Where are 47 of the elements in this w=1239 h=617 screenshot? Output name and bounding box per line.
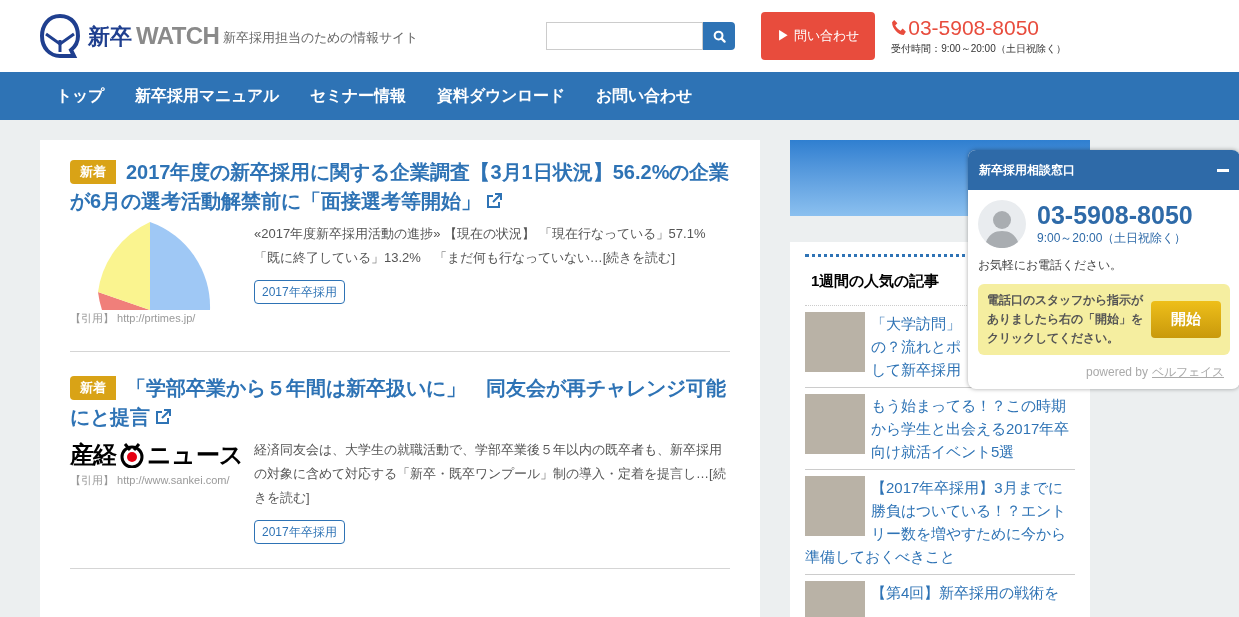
category-tag[interactable]: 2017年卒採用 — [254, 519, 345, 544]
logo-text: 新卒 — [88, 22, 132, 51]
widget-title: 新卒採用相談窓口 — [979, 162, 1075, 179]
logo-text: WATCH — [136, 21, 220, 51]
instruction-text: 電話口のスタッフから指示がありましたら右の「開始」をクリックしてください。 — [987, 292, 1145, 347]
search-icon — [712, 29, 726, 43]
search-field[interactable] — [546, 22, 704, 50]
business-hours: 9:00～20:00（土日祝除く） — [1037, 230, 1188, 247]
phone-number: 03-5908-8050 — [908, 16, 1039, 38]
minimize-icon[interactable] — [1217, 168, 1229, 172]
news-logo-text: 産経 — [70, 439, 117, 470]
avatar-icon — [978, 200, 1026, 248]
new-badge: 新着 — [70, 375, 116, 400]
external-link-icon — [154, 407, 172, 426]
nav-link[interactable]: 新卒採用マニュアル — [135, 84, 279, 108]
business-hours: 受付時間：9:00～20:00（土日祝除く） — [891, 41, 1066, 56]
article-title[interactable]: 新着 2017年度の新卒採用に関する企業調査【3月1日状況】56.2%の企業が6月の選考活動解禁前に「面接選考等開始」 — [70, 158, 730, 216]
article-link[interactable]: 【2017年卒採用】3月までに勝負はついている！？エントリー数を増やすために今から準備しておくべきこと — [805, 476, 1075, 568]
nav-link[interactable]: 資料ダウンロード — [437, 84, 565, 108]
search-button[interactable] — [703, 22, 736, 50]
thumbnail-photo — [805, 394, 865, 454]
section-title: 1週間の人気の記事 — [811, 272, 940, 289]
widget-message: お気軽にお電話ください。 — [978, 257, 1123, 274]
logo-icon — [40, 12, 80, 60]
news-logo-icon — [118, 441, 145, 468]
nav-link[interactable]: セミナー情報 — [310, 84, 406, 108]
source-link[interactable]: 【引用】 http://www.sankei.com/ — [70, 471, 254, 488]
nav-link[interactable]: トップ — [56, 84, 104, 108]
powered-by-label: powered by — [1085, 364, 1148, 381]
external-link-icon — [485, 192, 504, 210]
nav-link[interactable]: お問い合わせ — [596, 84, 692, 108]
thumbnail-photo — [805, 476, 865, 536]
article-link[interactable]: もう始まってる！？この時期から学生と出会える2017年卒向け就活イベント5選 — [805, 394, 1075, 463]
article-link[interactable]: 【第4回】新卒採用の戦術を — [805, 581, 1075, 604]
phone-number: 03-5908-8050 — [1037, 201, 1193, 229]
tagline: 新卒採用担当のための情報サイト — [223, 29, 419, 48]
article-excerpt: «2017年度新卒採用活動の進捗» 【現在の状況】 「現在行なっている」57.1% 「既に終了している」13.2% 「まだ何も行なっていない…[続きを読む] — [254, 225, 707, 267]
news-logo-text: ニュース — [146, 439, 244, 470]
phone-icon — [891, 18, 909, 36]
new-badge: 新着 — [70, 160, 116, 184]
article-link[interactable]: 「大学訪問」 の？流れとポ して新卒採用 — [871, 312, 961, 381]
article-title[interactable]: 新着 「学部卒業から５年間は新卒扱いに」 同友会が再チャレンジ可能にと提言 — [70, 373, 730, 432]
source-link[interactable]: 【引用】 http://prtimes.jp/ — [70, 310, 254, 327]
contact-button[interactable]: ▶ 問い合わせ — [761, 12, 876, 60]
article-excerpt: 経済同友会は、大学生の就職活動で、学部卒業後５年以内の既卒者も、新卒採用の対象に含めて対応する「新卒・既卒ワンプール」制の導入・定着を提言し…[続きを読む] — [254, 440, 727, 507]
category-tag[interactable]: 2017年卒採用 — [254, 280, 345, 304]
thumbnail-photo — [805, 312, 865, 372]
